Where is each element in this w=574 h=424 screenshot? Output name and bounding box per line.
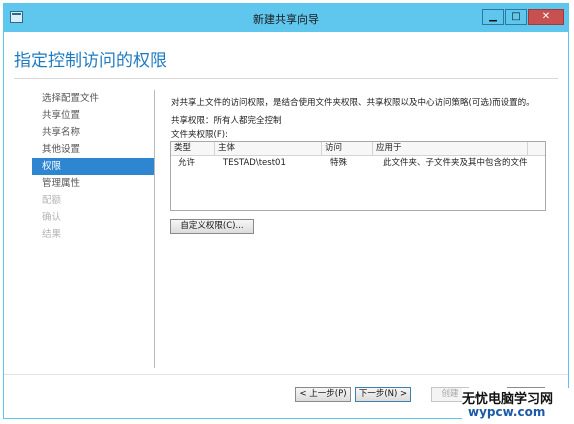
column-header-type[interactable]: 类型	[171, 142, 215, 155]
wizard-steps-nav: 选择配置文件 共享位置 共享名称 其他设置 权限 管理属性 配额 确认 结果	[32, 90, 154, 243]
nav-item-management-properties[interactable]: 管理属性	[32, 175, 154, 192]
site-watermark: 无忧电脑学习网 wypcw.com	[462, 388, 570, 421]
next-button[interactable]: 下一步(N) >	[355, 387, 411, 402]
nav-item-confirmation: 确认	[42, 212, 62, 223]
close-button[interactable]: ✕	[528, 9, 564, 25]
cell-principal: TESTAD\test01	[223, 158, 286, 168]
folder-permissions-table[interactable]: 类型 主体 访问 应用于 允许 TESTAD\test01 特殊 此文件夹、子文…	[170, 141, 546, 211]
header-divider	[14, 78, 558, 79]
page-title: 指定控制访问的权限	[14, 51, 167, 71]
cell-applies-to: 此文件夹、子文件夹及其中包含的文件	[383, 158, 528, 168]
table-header: 类型 主体 访问 应用于	[171, 142, 545, 156]
nav-item-share-location[interactable]: 共享位置	[32, 107, 154, 124]
title-bar[interactable]: 新建共享向导 ▁ □ ✕	[4, 4, 568, 32]
share-permissions-text: 共享权限：所有人都完全控制	[171, 116, 282, 126]
minimize-button[interactable]: ▁	[482, 9, 504, 25]
wizard-content: 指定控制访问的权限 选择配置文件 共享位置 共享名称 其他设置 权限 管理属性 …	[4, 32, 568, 418]
column-header-applies-to[interactable]: 应用于	[373, 142, 528, 155]
nav-item-other-settings[interactable]: 其他设置	[32, 141, 154, 158]
wizard-window: 新建共享向导 ▁ □ ✕ 指定控制访问的权限 选择配置文件 共享位置 共享名称 …	[3, 3, 569, 419]
nav-item-permissions[interactable]: 权限	[32, 158, 154, 175]
table-row[interactable]: 允许 TESTAD\test01 特殊 此文件夹、子文件夹及其中包含的文件	[171, 156, 545, 170]
column-header-access[interactable]: 访问	[322, 142, 373, 155]
cell-type: 允许	[178, 158, 196, 168]
nav-divider	[154, 90, 155, 368]
footer-divider	[4, 374, 568, 375]
cell-access: 特殊	[330, 158, 348, 168]
nav-item-quota: 配额	[42, 195, 62, 206]
folder-permissions-label: 文件夹权限(F):	[171, 130, 228, 140]
permissions-description: 对共享上文件的访问权限，是结合使用文件夹权限、共享权限以及中心访问策略(可选)而…	[171, 98, 535, 108]
nav-item-share-name[interactable]: 共享名称	[32, 124, 154, 141]
customize-permissions-button[interactable]: 自定义权限(C)...	[170, 219, 254, 234]
column-header-principal[interactable]: 主体	[215, 142, 322, 155]
nav-item-results: 结果	[42, 229, 62, 240]
maximize-button[interactable]: □	[505, 9, 527, 25]
previous-button[interactable]: < 上一步(P)	[295, 387, 351, 402]
nav-item-select-profile[interactable]: 选择配置文件	[32, 90, 154, 107]
watermark-url: wypcw.com	[468, 405, 546, 419]
